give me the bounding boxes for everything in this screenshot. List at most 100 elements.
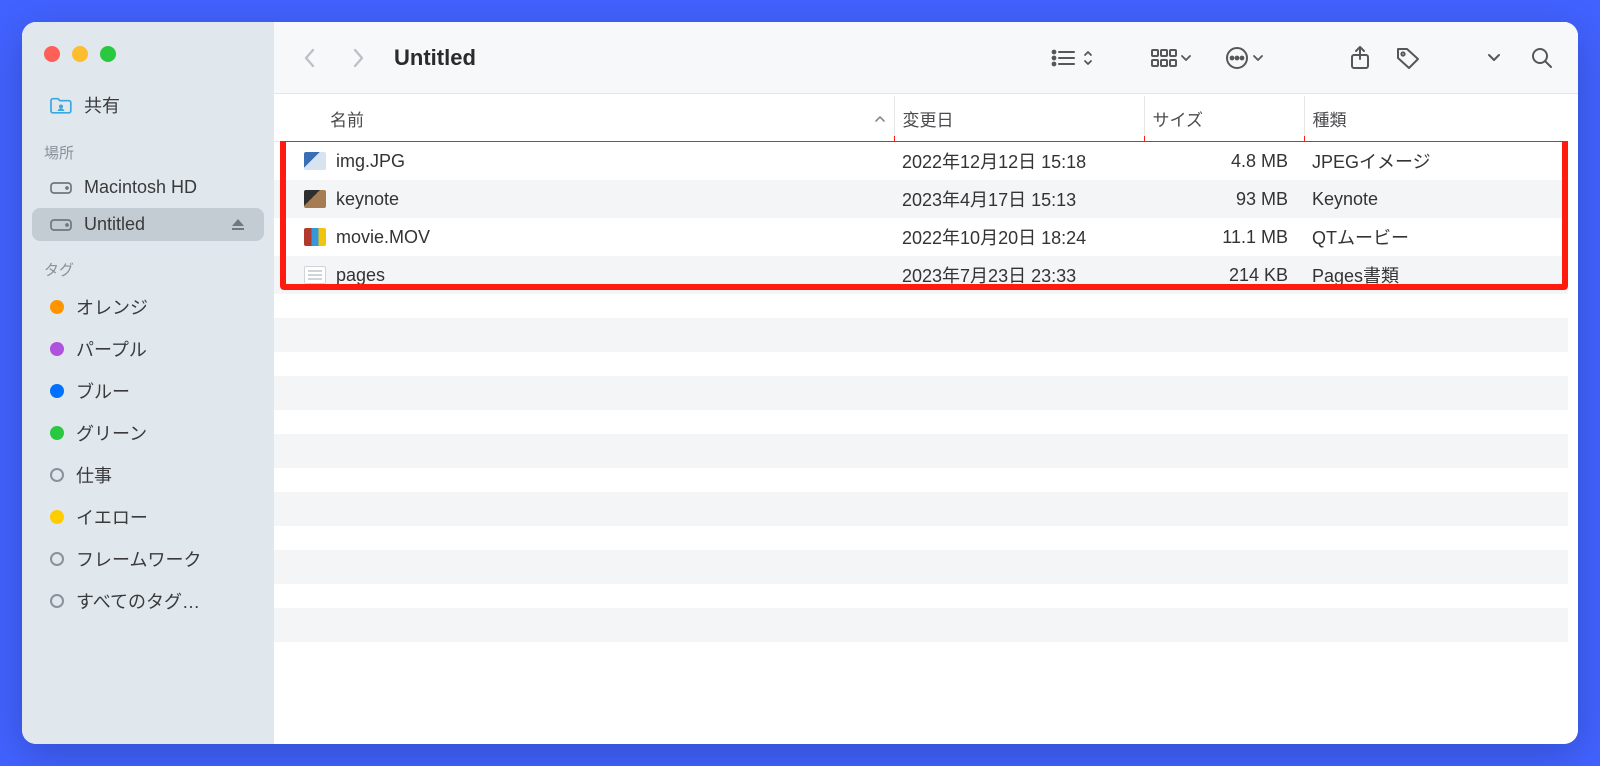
action-menu-button[interactable] [1224, 45, 1264, 71]
column-header-modified[interactable]: 変更日 [894, 96, 1144, 142]
file-thumbnail-icon [304, 190, 326, 208]
file-kind: Pages書類 [1304, 256, 1568, 294]
table-row[interactable]: movie.MOV 2022年10月20日 18:24 11.1 MB QTムー… [274, 218, 1568, 256]
sidebar-tag-all[interactable]: すべてのタグ… [32, 582, 264, 620]
shared-folder-icon [50, 96, 72, 114]
zoom-window-button[interactable] [100, 46, 116, 62]
sidebar-item-label: ブルー [76, 378, 130, 404]
sidebar-tag-work[interactable]: 仕事 [32, 456, 264, 494]
empty-row [274, 526, 1568, 550]
file-kind: Keynote [1304, 180, 1568, 218]
table-row[interactable]: img.JPG 2022年12月12日 15:18 4.8 MB JPEGイメー… [274, 142, 1568, 181]
empty-row [274, 294, 1568, 318]
tag-dot-icon [50, 426, 64, 440]
column-label: サイズ [1153, 111, 1204, 130]
sidebar-tag-yellow[interactable]: イエロー [32, 498, 264, 536]
tag-dot-icon [50, 510, 64, 524]
back-button[interactable] [290, 38, 330, 78]
sidebar-item-label: フレームワーク [76, 546, 201, 572]
tag-dot-icon [50, 594, 64, 608]
sidebar-item-macintosh-hd[interactable]: Macintosh HD [32, 171, 264, 204]
column-label: 変更日 [903, 111, 954, 130]
hdd-icon [50, 181, 72, 195]
empty-row [274, 410, 1568, 434]
sidebar-tag-orange[interactable]: オレンジ [32, 288, 264, 326]
sidebar-section-locations: 場所 [22, 126, 274, 169]
file-modified: 2023年7月23日 23:33 [894, 256, 1144, 294]
tag-dot-icon [50, 384, 64, 398]
finder-window: 共有 場所 Macintosh HD Untitled タグ [22, 22, 1578, 744]
file-thumbnail-icon [304, 152, 326, 170]
empty-row [274, 608, 1568, 642]
sidebar-item-label: イエロー [76, 504, 148, 530]
column-label: 名前 [330, 106, 364, 131]
sidebar-section-tags: タグ [22, 243, 274, 286]
close-window-button[interactable] [44, 46, 60, 62]
file-name: pages [336, 265, 385, 286]
sidebar-item-label: パープル [76, 336, 147, 362]
sidebar-tag-green[interactable]: グリーン [32, 414, 264, 452]
sidebar-tag-purple[interactable]: パープル [32, 330, 264, 368]
chevron-down-icon [1252, 53, 1264, 63]
tags-button[interactable] [1388, 38, 1428, 78]
empty-row [274, 434, 1568, 468]
tag-dot-icon [50, 300, 64, 314]
table-row[interactable]: pages 2023年7月23日 23:33 214 KB Pages書類 [274, 256, 1568, 294]
file-thumbnail-icon [304, 266, 326, 284]
file-thumbnail-icon [304, 228, 326, 246]
dropdown-button[interactable] [1474, 38, 1514, 78]
sidebar-tag-framework[interactable]: フレームワーク [32, 540, 264, 578]
file-name: keynote [336, 189, 399, 210]
group-by-button[interactable] [1150, 48, 1192, 68]
empty-row [274, 492, 1568, 526]
file-size: 214 KB [1144, 256, 1304, 294]
chevron-down-icon [1180, 53, 1192, 63]
eject-icon[interactable] [230, 217, 246, 233]
file-kind: JPEGイメージ [1304, 142, 1568, 181]
sidebar-item-shared[interactable]: 共有 [32, 86, 264, 124]
file-size: 93 MB [1144, 180, 1304, 218]
main-pane: Untitled [274, 22, 1578, 744]
sidebar-tag-blue[interactable]: ブルー [32, 372, 264, 410]
empty-row [274, 318, 1568, 352]
sidebar-item-label: 仕事 [76, 462, 112, 488]
forward-button[interactable] [338, 38, 378, 78]
sidebar-item-label: Untitled [84, 214, 145, 235]
empty-row [274, 550, 1568, 584]
share-button[interactable] [1340, 38, 1380, 78]
sidebar-item-label: 共有 [84, 92, 120, 118]
sidebar-item-label: オレンジ [76, 294, 148, 320]
tag-dot-icon [50, 468, 64, 482]
file-modified: 2023年4月17日 15:13 [894, 180, 1144, 218]
file-modified: 2022年12月12日 15:18 [894, 142, 1144, 181]
tag-dot-icon [50, 342, 64, 356]
sidebar-item-label: Macintosh HD [84, 177, 197, 198]
sidebar-item-label: グリーン [76, 420, 147, 446]
sidebar: 共有 場所 Macintosh HD Untitled タグ [22, 22, 274, 744]
table-row[interactable]: keynote 2023年4月17日 15:13 93 MB Keynote [274, 180, 1568, 218]
empty-row [274, 468, 1568, 492]
minimize-window-button[interactable] [72, 46, 88, 62]
hdd-icon [50, 218, 72, 232]
file-kind: QTムービー [1304, 218, 1568, 256]
sort-ascending-icon [874, 114, 886, 124]
window-title: Untitled [394, 45, 476, 71]
file-list: 名前 変更日 サイズ 種類 img.JPG [274, 94, 1578, 744]
column-header-kind[interactable]: 種類 [1304, 96, 1568, 142]
column-label: 種類 [1313, 111, 1347, 130]
empty-row [274, 376, 1568, 410]
column-header-name[interactable]: 名前 [274, 96, 894, 142]
file-name: img.JPG [336, 151, 405, 172]
sidebar-item-label: すべてのタグ… [76, 588, 200, 614]
empty-row [274, 352, 1568, 376]
search-button[interactable] [1522, 38, 1562, 78]
empty-row [274, 584, 1568, 608]
sidebar-item-untitled[interactable]: Untitled [32, 208, 264, 241]
file-table: 名前 変更日 サイズ 種類 img.JPG [274, 96, 1568, 642]
toolbar: Untitled [274, 22, 1578, 94]
window-controls [22, 34, 274, 84]
tag-dot-icon [50, 552, 64, 566]
column-header-size[interactable]: サイズ [1144, 96, 1304, 142]
view-mode-button[interactable] [1050, 47, 1094, 69]
file-size: 4.8 MB [1144, 142, 1304, 181]
